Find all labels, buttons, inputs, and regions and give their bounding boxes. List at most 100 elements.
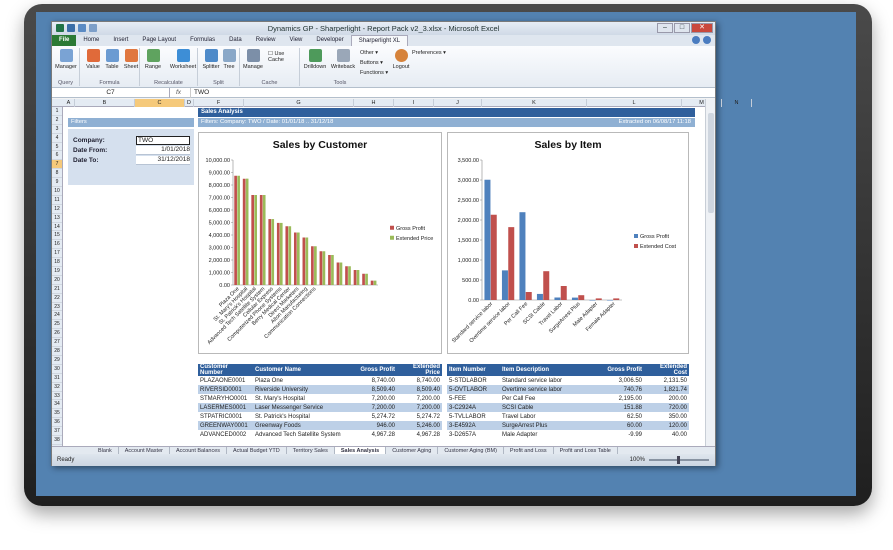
row-header-31[interactable]: 31 bbox=[52, 374, 62, 383]
table-cell[interactable]: 7,200.00 bbox=[397, 394, 442, 403]
bar[interactable] bbox=[271, 219, 275, 285]
table-cell[interactable]: 3,006.50 bbox=[600, 376, 644, 385]
table-row[interactable]: GREENWAY0001 Greenway Foods 946.00 5,246.00 bbox=[198, 421, 442, 430]
bar[interactable] bbox=[348, 266, 351, 285]
bar[interactable] bbox=[606, 300, 613, 301]
table-cell[interactable]: 7,200.00 bbox=[397, 403, 442, 412]
bar[interactable] bbox=[276, 222, 280, 285]
row-header-10[interactable]: 10 bbox=[52, 187, 62, 196]
row-header-21[interactable]: 21 bbox=[52, 285, 62, 294]
table-cell[interactable]: Greenway Foods bbox=[253, 421, 353, 430]
tab-file[interactable]: File bbox=[52, 35, 77, 46]
save-icon[interactable] bbox=[67, 24, 75, 32]
row-header-15[interactable]: 15 bbox=[52, 231, 62, 241]
table-cell[interactable]: Overtime service labor bbox=[500, 385, 600, 394]
table-cell[interactable]: LASERMES0001 bbox=[198, 403, 253, 412]
bar[interactable] bbox=[362, 273, 365, 285]
table-cell[interactable]: 60.00 bbox=[600, 421, 644, 430]
bar[interactable] bbox=[314, 246, 317, 285]
preferences-menu[interactable]: Preferences ▾ bbox=[412, 50, 446, 56]
row-header-33[interactable]: 33 bbox=[52, 392, 62, 401]
use-cache-checkbox[interactable]: ☐ Use Cache bbox=[268, 51, 299, 63]
column-header-b[interactable]: B bbox=[75, 99, 135, 107]
row-header-18[interactable]: 18 bbox=[52, 258, 62, 268]
table-row[interactable]: 3-D2657A Male Adapter -9.99 40.00 bbox=[447, 430, 689, 439]
column-header-m[interactable]: M bbox=[682, 99, 722, 107]
table-row[interactable]: 3-C2924A SCSI Cable 151.88 720.00 bbox=[447, 403, 689, 412]
row-header-9[interactable]: 9 bbox=[52, 178, 62, 188]
column-header-d[interactable]: D bbox=[185, 99, 194, 107]
worksheet-grid[interactable]: Sales Analysis Filters: Company: TWO / D… bbox=[63, 107, 705, 446]
table-cell[interactable]: 3-E4592A bbox=[447, 421, 500, 430]
bar[interactable] bbox=[365, 273, 368, 285]
table-cell[interactable]: 720.00 bbox=[644, 403, 689, 412]
row-header-2[interactable]: 2 bbox=[52, 116, 62, 125]
bar[interactable] bbox=[237, 175, 240, 285]
sales-by-customer-chart[interactable]: Sales by Customer 0.00 1,000.00 2,000.00 3,… bbox=[198, 132, 442, 354]
tab-insert[interactable]: Insert bbox=[106, 35, 135, 46]
row-header-26[interactable]: 26 bbox=[52, 329, 62, 339]
restore-icon[interactable] bbox=[703, 36, 711, 44]
bar[interactable] bbox=[484, 179, 491, 300]
bar[interactable] bbox=[251, 195, 255, 285]
table-cell[interactable]: 3-D2657A bbox=[447, 430, 500, 439]
table-cell[interactable]: 2,195.00 bbox=[600, 394, 644, 403]
zoom-slider[interactable] bbox=[649, 456, 709, 464]
range-button[interactable]: Range bbox=[140, 49, 166, 70]
bar[interactable] bbox=[525, 292, 532, 300]
bar[interactable] bbox=[336, 262, 340, 286]
row-header-3[interactable]: 3 bbox=[52, 125, 62, 134]
table-row[interactable]: STPATRIC0001 St. Patrick's Hospital 5,274.… bbox=[198, 412, 442, 421]
row-header-5[interactable]: 5 bbox=[52, 143, 62, 152]
table-cell[interactable]: 200.00 bbox=[644, 394, 689, 403]
column-header[interactable]: Customer Name bbox=[253, 364, 353, 376]
table-cell[interactable]: Advanced Tech Satellite System bbox=[253, 430, 353, 439]
table-cell[interactable]: STMARYHO0001 bbox=[198, 394, 253, 403]
tab-view[interactable]: View bbox=[282, 35, 309, 46]
row-header-25[interactable]: 25 bbox=[52, 320, 62, 330]
bar[interactable] bbox=[560, 286, 567, 300]
table-cell[interactable]: GREENWAY0001 bbox=[198, 421, 253, 430]
tab-review[interactable]: Review bbox=[249, 35, 283, 46]
table-cell[interactable]: 40.00 bbox=[644, 430, 689, 439]
table-cell[interactable]: STPATRIC0001 bbox=[198, 412, 253, 421]
bar[interactable] bbox=[302, 237, 306, 286]
table-cell[interactable]: 7,200.00 bbox=[353, 394, 397, 403]
row-header-16[interactable]: 16 bbox=[52, 240, 62, 250]
minimize-button[interactable]: – bbox=[657, 23, 673, 33]
bar[interactable] bbox=[331, 255, 334, 285]
column-header-n[interactable]: N bbox=[722, 99, 752, 107]
row-header-29[interactable]: 29 bbox=[52, 356, 62, 365]
manager-button[interactable]: Manager bbox=[53, 49, 79, 70]
bar[interactable] bbox=[279, 222, 283, 285]
table-cell[interactable]: 3-C2924A bbox=[447, 403, 500, 412]
date-from-cell[interactable]: 1/01/2018 bbox=[136, 146, 190, 155]
bar[interactable] bbox=[370, 280, 374, 285]
row-header-14[interactable]: 14 bbox=[52, 223, 62, 232]
table-cell[interactable]: 8,740.00 bbox=[353, 376, 397, 385]
bar[interactable] bbox=[319, 251, 323, 285]
bar[interactable] bbox=[268, 219, 272, 285]
row-header-19[interactable]: 19 bbox=[52, 267, 62, 276]
table-cell[interactable]: 8,509.40 bbox=[397, 385, 442, 394]
column-header-k[interactable]: K bbox=[482, 99, 587, 107]
bar[interactable] bbox=[353, 270, 357, 285]
bar[interactable] bbox=[245, 178, 249, 285]
table-cell[interactable]: 5-OVTLABOR bbox=[447, 385, 500, 394]
table-cell[interactable]: 5,274.72 bbox=[353, 412, 397, 421]
table-row[interactable]: 5-FEE Per Call Fee 2,195.00 200.00 bbox=[447, 394, 689, 403]
row-header-35[interactable]: 35 bbox=[52, 409, 62, 419]
redo-icon[interactable] bbox=[89, 24, 97, 32]
scroll-thumb[interactable] bbox=[708, 113, 714, 213]
table-cell[interactable]: 1,821.74 bbox=[644, 385, 689, 394]
bar[interactable] bbox=[262, 195, 266, 285]
column-header-h[interactable]: H bbox=[354, 99, 394, 107]
table-cell[interactable]: Male Adapter bbox=[500, 430, 600, 439]
table-cell[interactable]: 5,274.72 bbox=[397, 412, 442, 421]
column-header-f[interactable]: F bbox=[194, 99, 244, 107]
bar[interactable] bbox=[589, 300, 596, 301]
table-cell[interactable]: 8,509.40 bbox=[353, 385, 397, 394]
table-cell[interactable]: SCSI Cable bbox=[500, 403, 600, 412]
column-header-i[interactable]: I bbox=[394, 99, 434, 107]
table-cell[interactable]: Standard service labor bbox=[500, 376, 600, 385]
